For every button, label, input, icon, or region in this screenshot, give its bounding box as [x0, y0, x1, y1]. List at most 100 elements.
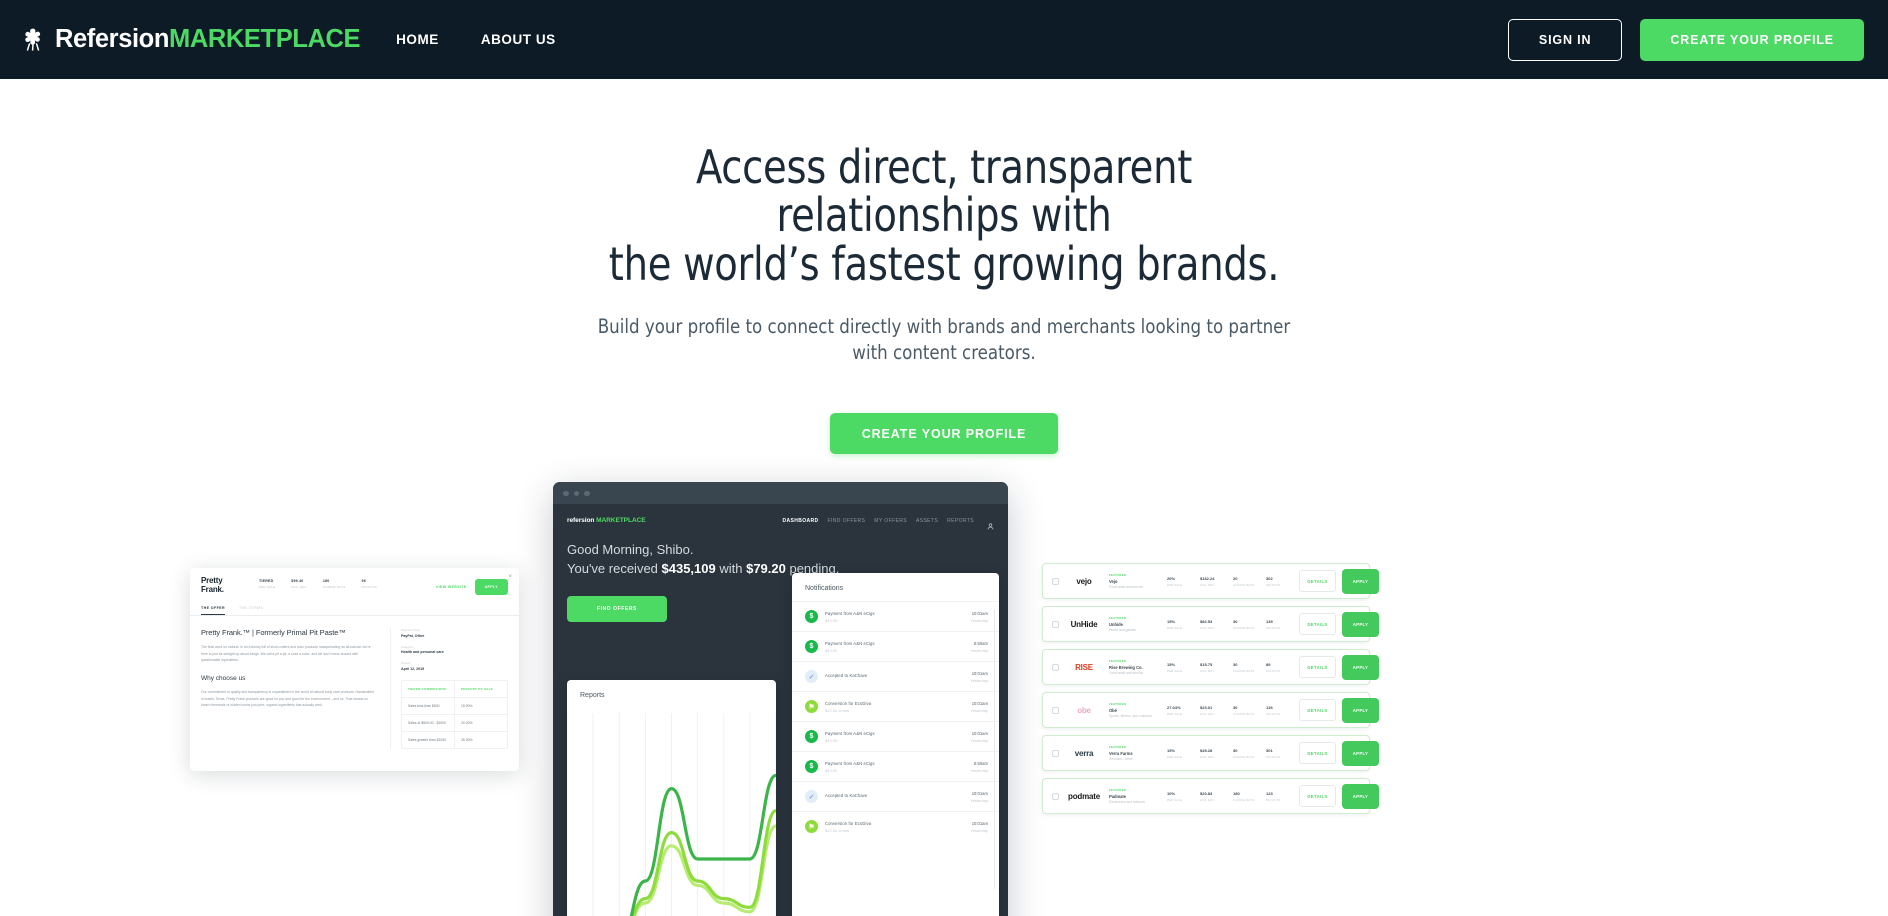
dashboard-greeting-block: Good Morning, Shibo. You've received $43… [553, 524, 1008, 578]
offer-select-checkbox[interactable] [1052, 577, 1059, 585]
notification-row[interactable]: ✓ Accepted to KaChave 10:01am Yesterday [792, 781, 999, 811]
offer-stat-label: AVG. EPC [1200, 754, 1215, 759]
browser-maximize-dot[interactable] [584, 490, 590, 497]
offer-details-button[interactable]: DETAILS [1299, 742, 1336, 765]
site-logo[interactable]: RefersionMARKETPLACE [20, 26, 361, 53]
offer-row[interactable]: podmate FEATURED Padmate Electronics and te… [1042, 778, 1379, 815]
notification-row[interactable]: ✓ Accepted to KaChave 10:01am Yesterday [792, 661, 999, 691]
notification-subtitle: $43.90 [825, 618, 838, 624]
offer-stat: TIERED PER SALE [259, 579, 275, 589]
offer-row-actions: DETAILS APPLY [1299, 740, 1379, 766]
notification-row[interactable]: $ Payment from A&N eCigs $43.90 6:50am Yeste… [792, 631, 999, 661]
notification-day: Yesterday [970, 678, 988, 684]
dashboard-logo[interactable]: refersion MARKETPLACE [567, 517, 646, 524]
browser-close-dot[interactable] [563, 490, 569, 497]
cart-icon: ⚑ [805, 820, 818, 834]
view-website-link[interactable]: VIEW WEBSITE [436, 585, 467, 589]
notification-title: Payment from A&N eCigs [825, 610, 875, 616]
tab-the-terms[interactable]: THE TERMS [239, 606, 263, 615]
offer-stat-value: 30 [1233, 662, 1238, 668]
offer-stat-label: COOKIE DAYS [1233, 797, 1255, 802]
offer-row[interactable]: vejo FEATURED Vejo Food retail and service 2… [1042, 563, 1379, 600]
offer-details-button[interactable]: DETAILS [1299, 613, 1336, 636]
offer-details-button[interactable]: DETAILS [1299, 785, 1336, 808]
offer-apply-button[interactable]: APPLY [1342, 740, 1379, 766]
notification-subtitle: $12.50 comm. [825, 708, 851, 714]
nav-link-home[interactable]: HOME [396, 32, 439, 47]
notification-row[interactable]: $ Payment from A&N eCigs $43.90 10:01am Yest… [792, 721, 999, 751]
offer-apply-button[interactable]: APPLY [1342, 783, 1379, 809]
offer-category: Electronics and telecom [1109, 800, 1145, 805]
notification-time: 10:01am [971, 820, 988, 826]
offer-stat: $99.40 AVG. EPC [291, 579, 307, 589]
notification-row[interactable]: $ Payment from A&N eCigs $43.90 6:50am Yeste… [792, 751, 999, 781]
offer-brand-logo: podmate [1068, 791, 1100, 801]
offer-stat-label: PAYOUTS [1266, 711, 1281, 716]
offer-stat-label: PER SALE [1167, 668, 1183, 673]
notification-text: Conversion for EcoDiva $12.50 comm. [825, 821, 963, 834]
offer-select-checkbox[interactable] [1052, 620, 1059, 628]
offer-select-checkbox[interactable] [1052, 706, 1059, 714]
offer-stat-label: PER SALE [1167, 711, 1183, 716]
create-profile-button-hero[interactable]: CREATE YOUR PROFILE [829, 413, 1059, 455]
offer-stat-label: PAYOUTS [1266, 797, 1281, 802]
offer-meta-value: PayPal, Other [401, 633, 425, 638]
offer-stat-value: 27.04% [1167, 705, 1181, 711]
table-cell: 15.00% [454, 697, 507, 714]
dashboard-nav-my-offers[interactable]: MY OFFERS [874, 518, 907, 524]
table-row: Sales less than $500 15.00% [402, 697, 507, 715]
offer-row[interactable]: RISE FEATURED Rise Brewing Co. Food retail … [1042, 649, 1379, 686]
offer-row[interactable]: obe FEATURED Obé Sports, fitness, and outdo… [1042, 692, 1379, 729]
dashboard-nav-assets[interactable]: ASSETS [916, 518, 938, 524]
offer-category: Services - other [1109, 757, 1133, 762]
reports-title: Reports [580, 692, 605, 700]
notification-title: Payment from A&N eCigs [825, 730, 875, 736]
offer-stat-label: AVG. EPC [1200, 625, 1215, 630]
offer-stat-value: $49.28 [1200, 748, 1213, 754]
offer-stat-value: TIERED [259, 579, 274, 584]
offer-details-button[interactable]: DETAILS [1299, 699, 1336, 722]
offer-select-checkbox[interactable] [1052, 792, 1059, 800]
offer-detail-header: Pretty Frank. TIERED PER SALE $99.40 AVG… [190, 568, 519, 596]
dashboard-browser-mockup: refersion MARKETPLACE DASHBOARD FIND OFF… [553, 482, 1008, 916]
dashboard-nav-dashboard[interactable]: DASHBOARD [782, 518, 818, 524]
notification-row[interactable]: ⚑ Conversion for EcoDiva $12.50 comm. 10:01… [792, 811, 999, 841]
offer-stat: $20.83 AVG. EPC [1200, 791, 1233, 802]
offer-row[interactable]: UnHide FEATURED Unhide Home and garden 15% PE… [1042, 606, 1379, 643]
offer-detail-card: × Pretty Frank. TIERED PER SALE $99.40 A… [190, 568, 519, 772]
dashboard-nav-reports[interactable]: REPORTS [947, 518, 974, 524]
offer-stat: 15% PER SALE [1167, 748, 1200, 759]
offer-apply-button[interactable]: APPLY [1342, 611, 1379, 637]
notifications-list[interactable]: $ Payment from A&N eCigs $43.90 10:01am Yest… [792, 601, 999, 841]
offer-apply-button[interactable]: APPLY [1342, 697, 1379, 723]
find-offers-button[interactable]: FIND OFFERS [567, 596, 667, 623]
nav-link-about-us[interactable]: ABOUT US [481, 32, 556, 47]
offer-stat-label: COOKIE DAYS [1233, 711, 1255, 716]
offer-apply-button[interactable]: APPLY [1342, 568, 1379, 594]
offer-apply-button[interactable]: APPLY [1342, 654, 1379, 680]
browser-minimize-dot[interactable] [573, 490, 579, 497]
notification-row[interactable]: $ Payment from A&N eCigs $43.90 10:01am Yest… [792, 601, 999, 631]
sign-in-button[interactable]: SIGN IN [1507, 18, 1623, 61]
offer-stat-label: AVG. EPC [1200, 797, 1215, 802]
offer-select-checkbox[interactable] [1052, 749, 1059, 757]
offer-select-checkbox[interactable] [1052, 663, 1059, 671]
dashboard-nav-find-offers[interactable]: FIND OFFERS [828, 518, 866, 524]
tab-the-offer[interactable]: THE OFFER [201, 606, 225, 616]
offer-details-button[interactable]: DETAILS [1299, 570, 1336, 593]
notifications-scrollbar[interactable] [993, 609, 995, 890]
offer-details-button[interactable]: DETAILS [1299, 656, 1336, 679]
create-profile-button-header[interactable]: CREATE YOUR PROFILE [1640, 18, 1864, 61]
close-icon[interactable]: × [508, 574, 512, 580]
notification-row[interactable]: ⚑ Conversion for EcoDiva $12.50 comm. 10:01… [792, 691, 999, 721]
user-account-icon[interactable] [987, 517, 994, 530]
offer-name: Vejo [1109, 578, 1118, 584]
offer-stat: 139 PAYOUTS [1266, 619, 1299, 630]
offer-detail-paragraph: The final word on natural. In an industr… [201, 645, 371, 662]
offer-row[interactable]: verra FEATURED Verra Farms Services - other… [1042, 735, 1379, 772]
offer-stat: 301 PAYOUTS [1266, 748, 1299, 759]
browser-titlebar [553, 482, 1008, 505]
offer-stat-value: 20 [1233, 576, 1238, 582]
offer-apply-button[interactable]: APPLY [474, 579, 508, 596]
notification-title: Payment from A&N eCigs [825, 760, 875, 766]
